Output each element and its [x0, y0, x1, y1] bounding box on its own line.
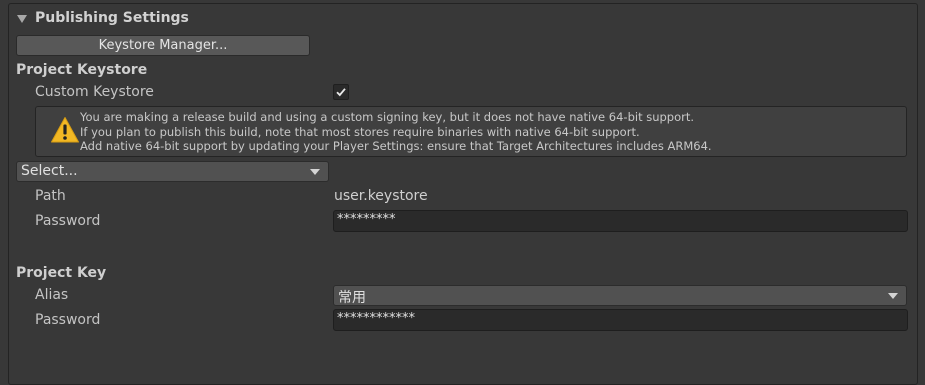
checkmark-icon [336, 88, 346, 97]
warning-icon [51, 117, 79, 143]
alias-value: 常用 [338, 290, 366, 306]
chevron-down-icon [310, 169, 320, 175]
alias-label: Alias [35, 287, 69, 303]
key-password-label: Password [35, 312, 101, 328]
custom-keystore-checkbox[interactable] [333, 84, 349, 100]
warning-line-3: Add native 64-bit support by updating yo… [80, 139, 712, 153]
publishing-settings-foldout[interactable]: Publishing Settings [17, 8, 189, 28]
keystore-select-value: Select... [21, 163, 78, 179]
path-label: Path [35, 188, 66, 204]
key-password-value: ************ [337, 311, 415, 326]
project-keystore-title: Project Keystore [16, 62, 148, 78]
keystore-manager-button[interactable]: Keystore Manager... [16, 35, 310, 56]
keystore-password-field[interactable]: ********* [333, 210, 908, 232]
chevron-down-icon [888, 293, 898, 299]
path-value: user.keystore [334, 188, 428, 204]
alias-dropdown[interactable]: 常用 [333, 285, 907, 306]
keystore-password-label: Password [35, 213, 101, 229]
foldout-triangle-icon[interactable] [17, 15, 27, 23]
key-password-field[interactable]: ************ [333, 309, 908, 331]
warning-line-2: If you plan to publish this build, note … [80, 124, 640, 139]
publishing-settings-title: Publishing Settings [35, 10, 189, 26]
project-key-title: Project Key [16, 265, 107, 281]
warning-text: You are making a release build and using… [80, 110, 712, 154]
keystore-password-value: ********* [337, 212, 396, 227]
warning-line-1: You are making a release build and using… [80, 110, 695, 124]
warning-help-box: You are making a release build and using… [35, 106, 907, 157]
custom-keystore-label: Custom Keystore [35, 84, 154, 100]
keystore-select-dropdown[interactable]: Select... [16, 161, 329, 182]
